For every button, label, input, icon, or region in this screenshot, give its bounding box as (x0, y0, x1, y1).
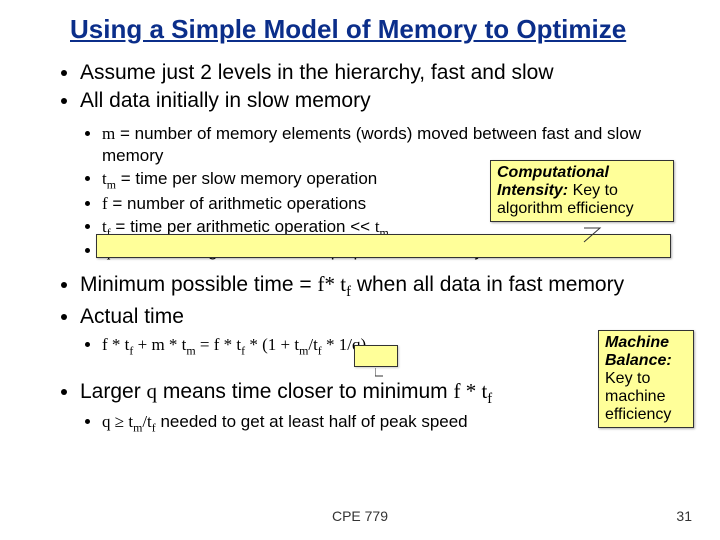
callout-mb-title: Machine Balance: (605, 334, 672, 369)
var-m: m (102, 124, 115, 143)
callout-computational-intensity: Computational Intensity: Key to algorith… (490, 160, 674, 222)
bullet-min-time: Minimum possible time = f* tf when all d… (80, 271, 680, 302)
actual-time-formula: f * tf + m * tm = f * tf * (1 + tm/tf * … (102, 335, 366, 354)
var-q-2: q (147, 379, 158, 403)
callout-mb-text: Key to machine efficiency (605, 370, 671, 423)
bullet-list-1: Assume just 2 levels in the hierarchy, f… (60, 60, 680, 115)
bullet-actual-time: Actual time (80, 304, 680, 330)
connector-mb (375, 362, 605, 382)
footer-page-number: 31 (676, 508, 692, 524)
expr-ftf: f* tf (318, 272, 351, 296)
bullet-list-2: Minimum possible time = f* tf when all d… (60, 271, 680, 330)
var-tf: tf (102, 217, 111, 236)
connector-ci (582, 226, 622, 246)
expr-ftf-2: f * tf (453, 379, 492, 403)
var-tm-2: tm (375, 217, 389, 236)
sub-bullet-q-requirement: q ≥ tm/tf needed to get at least half of… (102, 411, 680, 435)
var-tm: tm (102, 169, 116, 188)
bullet-larger-q: Larger q means time closer to minimum f … (80, 378, 680, 409)
def-f: = number of arithmetic operations (108, 194, 366, 213)
footer-course: CPE 779 (0, 508, 720, 524)
bullet-initial-data: All data initially in slow memory (80, 88, 680, 114)
slide-title: Using a Simple Model of Memory to Optimi… (70, 14, 626, 45)
slide: Using a Simple Model of Memory to Optimi… (0, 0, 720, 540)
q-inequality: q ≥ tm/tf (102, 412, 156, 431)
def-tm: = time per slow memory operation (116, 169, 377, 188)
bullet-assume-levels: Assume just 2 levels in the hierarchy, f… (80, 60, 680, 86)
callout-machine-balance: Machine Balance: Key to machine efficien… (598, 330, 694, 428)
sub-bullet-list-3: q ≥ tm/tf needed to get at least half of… (60, 411, 680, 435)
def-tf: = time per arithmetic operation << (111, 217, 375, 236)
bullet-list-3: Larger q means time closer to minimum f … (60, 378, 680, 409)
